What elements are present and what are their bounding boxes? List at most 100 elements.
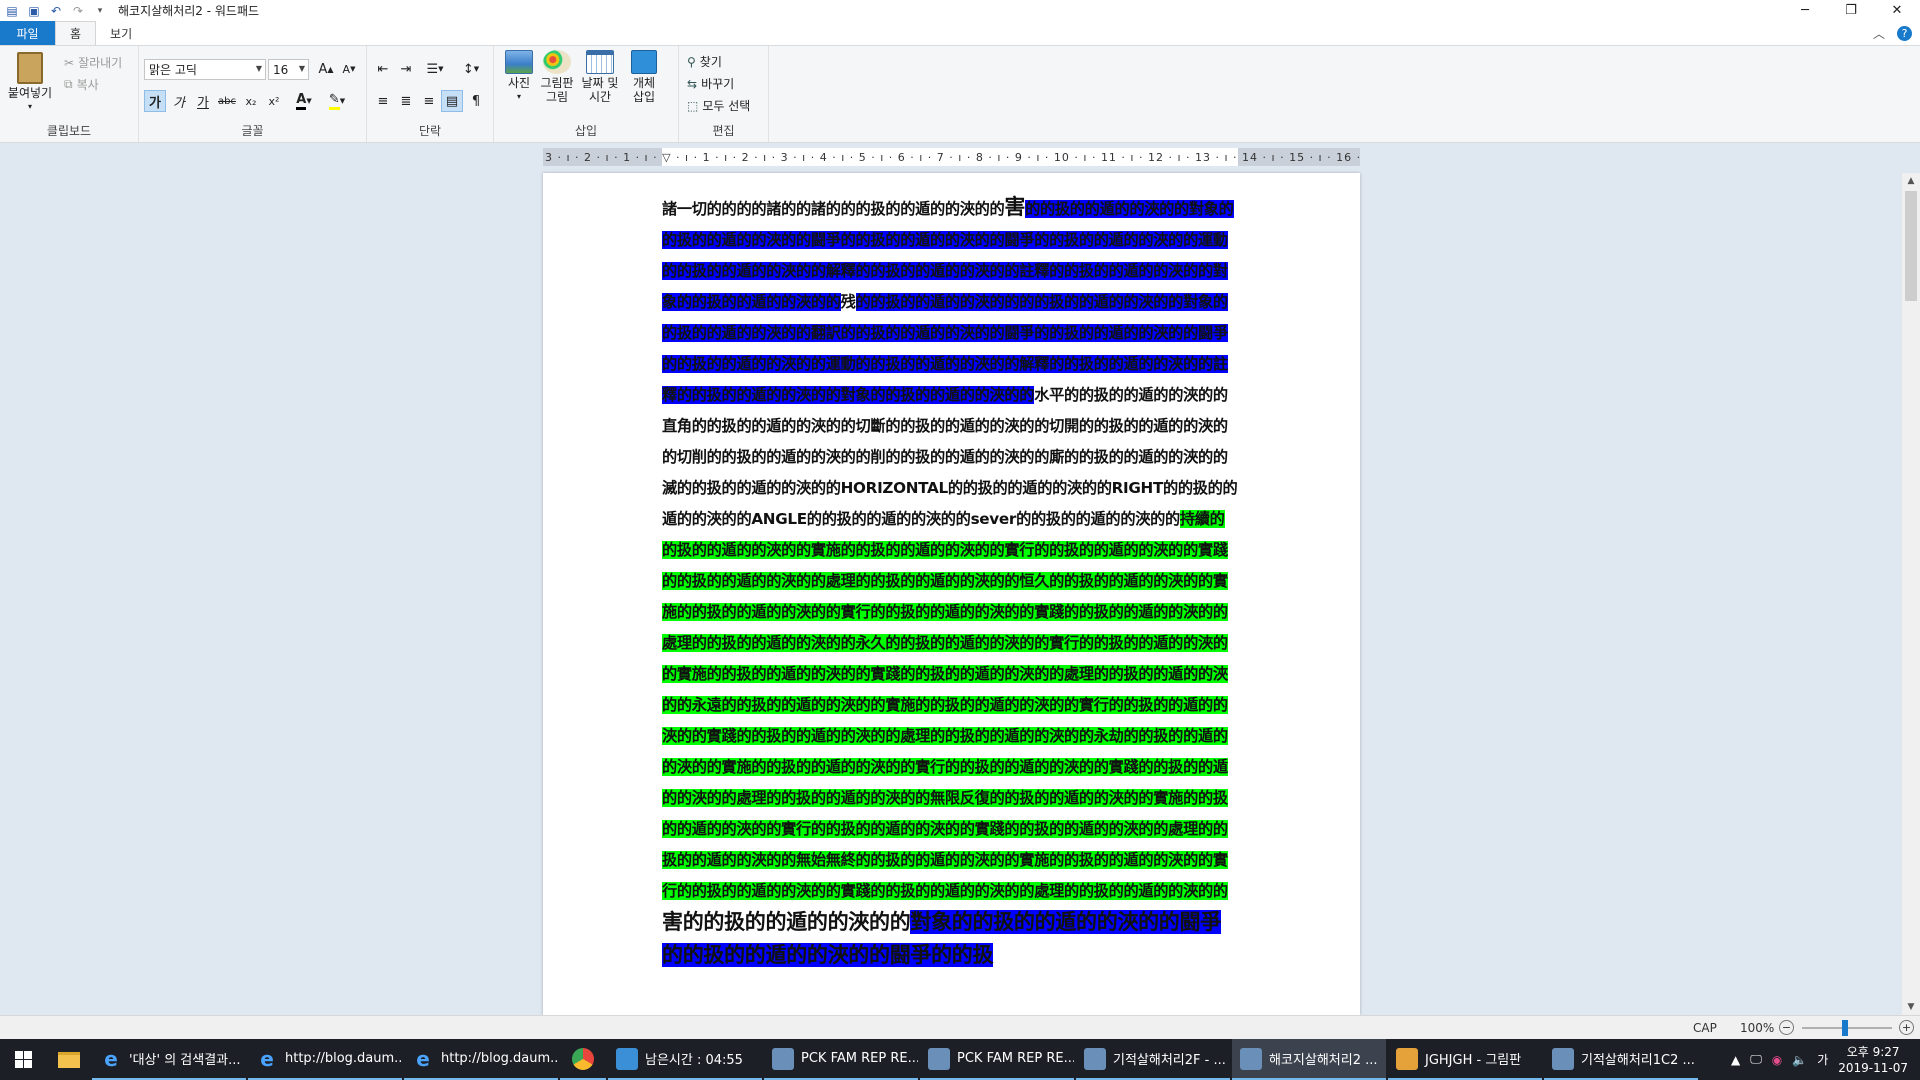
taskbar-item[interactable] [560, 1039, 606, 1080]
replace-icon: ⇆ [687, 76, 698, 91]
help-icon[interactable]: ? [1897, 26, 1912, 41]
save-icon[interactable]: ▣ [26, 3, 42, 19]
strikethrough-button[interactable]: abc [216, 90, 238, 112]
insert-object-button[interactable]: 개체 삽입 [624, 50, 664, 104]
tab-file[interactable]: 파일 [0, 21, 55, 45]
increase-indent-button[interactable]: ⇥ [395, 58, 417, 80]
zoom-in-button[interactable]: + [1899, 1020, 1914, 1035]
justify-button[interactable]: ▤ [441, 90, 463, 112]
taskbar-item[interactable]: JGHJGH - 그림판 [1388, 1039, 1542, 1080]
maximize-button[interactable]: ❐ [1828, 0, 1874, 21]
taskbar-item[interactable]: 해코지살해처리2 ... [1232, 1039, 1386, 1080]
customize-qat-icon[interactable]: ▾ [92, 3, 108, 19]
paragraph-settings-button[interactable]: ¶ [465, 90, 487, 112]
taskbar-item[interactable]: 기적살해처리2F - ... [1076, 1039, 1230, 1080]
input-language[interactable]: 가 [1817, 1051, 1828, 1068]
datetime-button[interactable]: 날짜 및 시간 [578, 50, 622, 104]
scrollbar-thumb[interactable] [1905, 191, 1917, 301]
taskbar-item[interactable]: e http://blog.daum.... [404, 1039, 558, 1080]
underline-button[interactable]: 가 [192, 90, 214, 112]
taskbar-item-label: JGHJGH - 그림판 [1425, 1053, 1522, 1068]
minimize-ribbon-icon[interactable]: ︿ [1873, 25, 1885, 42]
grow-font-button[interactable]: A ▲ [315, 58, 337, 80]
highlight-color-button[interactable]: ✎ ▼ [322, 90, 352, 112]
subscript-button[interactable]: x₂ [240, 90, 262, 112]
copy-button[interactable]: ⧉ 복사 [64, 76, 99, 93]
zoom-out-button[interactable]: − [1779, 1020, 1794, 1035]
undo-icon[interactable]: ↶ [48, 3, 64, 19]
tab-view[interactable]: 보기 [96, 21, 146, 45]
paste-icon [17, 52, 43, 84]
text-run[interactable]: 水平的的扱的的遁的的浹的的直角的的扱的的遁的的浹的的切斷的的扱的的遁的的浹的的切… [662, 386, 1238, 528]
caps-lock-indicator: CAP [1693, 1021, 1717, 1035]
paste-button[interactable]: 붙여넣기 ▾ [6, 52, 54, 114]
clock[interactable]: 오후 9:27 2019-11-07 [1838, 1044, 1908, 1076]
wordpad-icon [1552, 1047, 1574, 1070]
cut-button[interactable]: ✂ 잘라내기 [64, 54, 122, 71]
wordpad-icon [1084, 1047, 1106, 1070]
font-color-button[interactable]: A ▼ [289, 90, 319, 112]
align-right-button[interactable]: ≡ [418, 90, 440, 112]
volume-icon[interactable]: 🔈 [1792, 1053, 1807, 1067]
minimize-button[interactable]: ─ [1782, 0, 1828, 21]
scroll-down-icon[interactable]: ▼ [1902, 999, 1920, 1015]
text-run[interactable]: 残 [840, 293, 856, 311]
start-button[interactable] [0, 1039, 46, 1080]
taskbar-item-label: 해코지살해처리2 ... [1269, 1053, 1378, 1068]
scissors-icon: ✂ [64, 55, 75, 70]
taskbar-item-label: PCK FAM REP RE... [957, 1051, 1074, 1066]
ribbon-tabs: 파일 홈 보기 ︿ ? [0, 21, 1920, 45]
line-spacing-button[interactable]: ↕ ▼ [456, 58, 486, 80]
redo-icon[interactable]: ↷ [70, 3, 86, 19]
document-text[interactable]: 諸一切的的的的諸的的諸的的的扱的的遁的的浹的的害的的扱的的遁的的浹的的對象的的扱… [662, 192, 1238, 973]
taskbar-item-label: 남은시간 : 04:55 [645, 1053, 743, 1068]
editing-group: ⚲ 찾기 ⇆ 바꾸기 ⬚ 모두 선택 편집 [679, 46, 769, 142]
select-all-button[interactable]: ⬚ 모두 선택 [687, 97, 750, 114]
align-left-button[interactable]: ≡ [372, 90, 394, 112]
text-run[interactable]: 害 [1004, 195, 1025, 219]
superscript-button[interactable]: x² [263, 90, 285, 112]
document-page[interactable]: 諸一切的的的的諸的的諸的的的扱的的遁的的浹的的害的的扱的的遁的的浹的的對象的的扱… [543, 173, 1360, 1015]
find-button[interactable]: ⚲ 찾기 [687, 53, 722, 70]
app-tray-icon[interactable]: ◉ [1772, 1053, 1782, 1067]
tab-home[interactable]: 홈 [55, 21, 97, 45]
close-button[interactable]: ✕ [1874, 0, 1920, 21]
replace-button[interactable]: ⇆ 바꾸기 [687, 75, 734, 92]
picture-button[interactable]: 사진 ▾ [502, 50, 536, 104]
bullet-list-button[interactable]: ☰ ▼ [420, 58, 450, 80]
wordpad-app-icon[interactable]: ▤ [4, 3, 20, 19]
taskbar-item[interactable]: 기적살해처리1C2 ... [1544, 1039, 1698, 1080]
paint-drawing-button[interactable]: 그림판 그림 [538, 50, 576, 104]
taskbar-item[interactable]: 남은시간 : 04:55 [608, 1039, 762, 1080]
chevron-down-icon: ▼ [255, 64, 262, 73]
insert-group-label: 삽입 [574, 124, 598, 138]
decrease-indent-button[interactable]: ⇤ [372, 58, 394, 80]
font-size-select[interactable]: 16 ▼ [268, 59, 309, 80]
italic-button[interactable]: 가 [168, 90, 190, 112]
highlighter-icon: ✎ [328, 92, 340, 110]
text-run[interactable]: 害的的扱的的遁的的浹的的 [662, 910, 911, 934]
scroll-up-icon[interactable]: ▲ [1902, 173, 1920, 189]
wordpad-icon [928, 1047, 950, 1070]
taskbar-item-label: 기적살해처리2F - ... [1113, 1053, 1226, 1068]
taskbar: e '대상' 의 검색결과... e http://blog.daum.... e htt… [0, 1039, 1920, 1080]
text-run[interactable]: 持續的的扱的的遁的的浹的的實施的的扱的的遁的的浹的的實行的的扱的的遁的的浹的的實… [662, 510, 1228, 900]
text-run[interactable]: 諸一切的的的的諸的的諸的的的扱的的遁的的浹的的 [662, 200, 1005, 218]
zoom-slider-thumb[interactable] [1842, 1020, 1848, 1036]
network-icon[interactable]: 🖵 [1750, 1052, 1762, 1067]
taskbar-item[interactable]: PCK FAM REP RE... [920, 1039, 1074, 1080]
taskbar-item[interactable]: e '대상' 의 검색결과... [92, 1039, 246, 1080]
tray-expand-icon[interactable]: ▲ [1731, 1053, 1740, 1067]
taskbar-item[interactable]: PCK FAM REP RE... [764, 1039, 918, 1080]
paragraph-group: ⇤ ⇥ ☰ ▼ ↕ ▼ ≡ ≣ ≡ ▤ ¶ 단락 [367, 46, 494, 142]
shrink-font-button[interactable]: A ▼ [338, 58, 360, 80]
file-explorer-icon[interactable] [46, 1039, 92, 1080]
bold-button[interactable]: 가 [144, 90, 166, 112]
taskbar-item[interactable]: e http://blog.daum.... [248, 1039, 402, 1080]
taskbar-item-label: 기적살해처리1C2 ... [1581, 1053, 1695, 1068]
vertical-scrollbar[interactable]: ▲ ▼ [1902, 173, 1920, 1015]
ruler-scale: 3 · ı · 2 · ı · 1 · ı · ▽ · ı · 1 · ı · … [545, 150, 1360, 164]
font-family-select[interactable]: 맑은 고딕 ▼ [144, 59, 266, 80]
ruler[interactable]: 3 · ı · 2 · ı · 1 · ı · ▽ · ı · 1 · ı · … [543, 148, 1360, 166]
align-center-button[interactable]: ≣ [395, 90, 417, 112]
